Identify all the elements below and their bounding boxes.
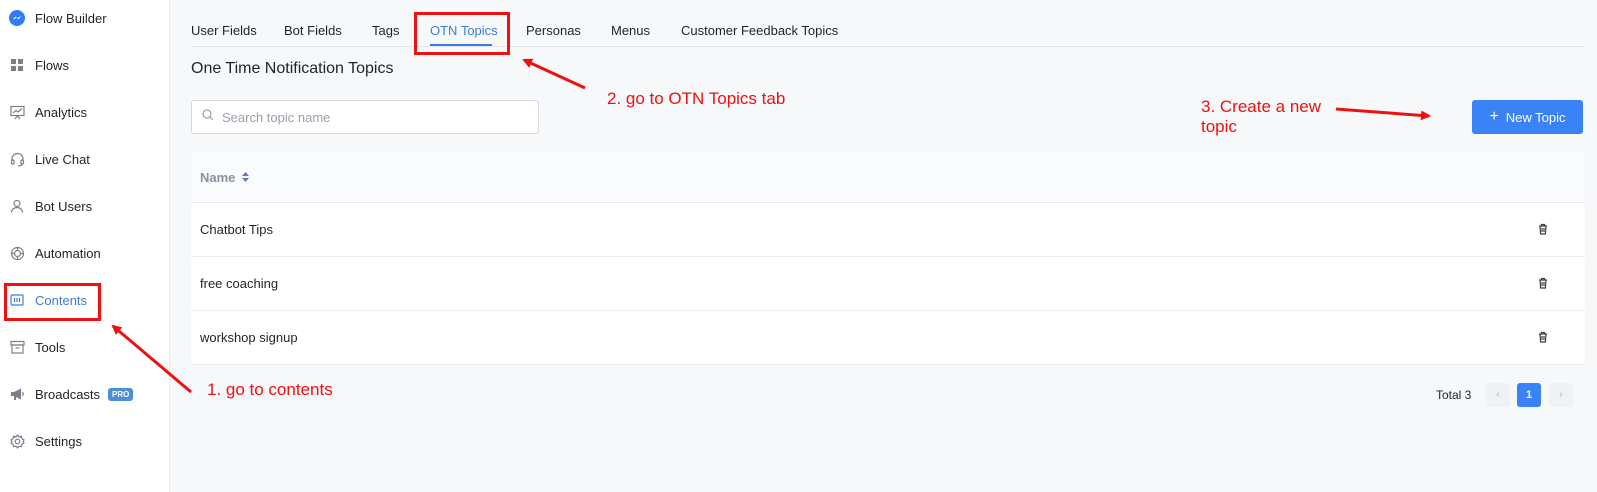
sort-icon[interactable]: [241, 171, 250, 183]
table-row: free coaching: [191, 257, 1585, 311]
topic-name: workshop signup: [200, 330, 298, 345]
annotation-step-1: 1. go to contents: [207, 380, 333, 399]
sidebar-item-flow-builder[interactable]: Flow Builder: [0, 0, 170, 36]
sidebar: Flow Builder Flows Analytics Live Chat B…: [0, 0, 170, 492]
highlight-box-otn-tab: [414, 12, 510, 55]
sidebar-item-label: Broadcasts: [35, 386, 101, 402]
tab-personas[interactable]: Personas: [526, 23, 581, 38]
search-box[interactable]: [191, 100, 539, 134]
table-row: workshop signup: [191, 311, 1585, 365]
table-header: Name: [191, 152, 1585, 203]
tab-bot-fields[interactable]: Bot Fields: [284, 23, 342, 38]
annotation-step-3: 3. Create a new topic: [1201, 97, 1322, 136]
pagination-page-button[interactable]: 1: [1517, 383, 1541, 407]
user-icon: [9, 198, 25, 214]
sidebar-item-label: Flow Builder: [35, 10, 107, 26]
chart-icon: [9, 104, 25, 120]
sidebar-item-label: Flows: [35, 57, 69, 73]
sidebar-item-tools[interactable]: Tools: [0, 329, 170, 365]
sidebar-item-label: Tools: [35, 339, 66, 355]
messenger-icon: [9, 10, 25, 26]
highlight-box-contents: [4, 283, 101, 321]
sidebar-item-broadcasts[interactable]: Broadcasts PRO: [0, 376, 170, 412]
automation-icon: [9, 245, 25, 261]
search-input[interactable]: [222, 109, 522, 125]
sidebar-item-label: Settings: [35, 433, 82, 449]
pagination-total: Total 3: [1436, 388, 1472, 402]
sidebar-item-settings[interactable]: Settings: [0, 423, 170, 459]
sidebar-item-bot-users[interactable]: Bot Users: [0, 188, 170, 224]
sidebar-item-label: Live Chat: [35, 151, 90, 167]
arrow-to-otn-tab: [522, 58, 586, 90]
trash-icon[interactable]: [1538, 223, 1548, 238]
topic-name: Chatbot Tips: [200, 222, 273, 237]
topic-name: free coaching: [200, 276, 279, 291]
sidebar-item-automation[interactable]: Automation: [0, 235, 170, 271]
tab-menus[interactable]: Menus: [611, 23, 650, 38]
annotation-step-2: 2. go to OTN Topics tab: [607, 89, 786, 108]
page-title: One Time Notification Topics: [191, 60, 394, 77]
sidebar-item-live-chat[interactable]: Live Chat: [0, 141, 170, 177]
chevron-left-icon: ‹: [1496, 389, 1500, 401]
new-topic-button[interactable]: + New Topic: [1472, 100, 1583, 134]
trash-icon[interactable]: [1538, 331, 1548, 346]
tab-user-fields[interactable]: User Fields: [191, 23, 257, 38]
trash-icon[interactable]: [1538, 277, 1548, 292]
headset-icon: [9, 151, 25, 167]
sidebar-item-label: Bot Users: [35, 198, 93, 214]
pro-badge: PRO: [108, 387, 134, 401]
search-icon: [202, 108, 214, 126]
tab-bar: [191, 0, 1585, 47]
pagination-prev-button[interactable]: ‹: [1486, 383, 1510, 407]
sidebar-item-flows[interactable]: Flows: [0, 47, 170, 83]
sidebar-item-label: Automation: [35, 245, 101, 261]
gear-icon: [9, 433, 25, 449]
new-topic-label: New Topic: [1505, 109, 1566, 125]
toolbox-icon: [9, 339, 25, 355]
sidebar-item-analytics[interactable]: Analytics: [0, 94, 170, 130]
topics-table: Name Chatbot Tips free coaching workshop…: [191, 152, 1585, 365]
megaphone-icon: [9, 386, 25, 402]
table-row: Chatbot Tips: [191, 203, 1585, 257]
tab-tags[interactable]: Tags: [372, 23, 399, 38]
sidebar-item-label: Analytics: [35, 104, 88, 120]
pagination-next-button[interactable]: ›: [1549, 383, 1573, 407]
chevron-right-icon: ›: [1559, 389, 1563, 401]
plus-icon: +: [1489, 108, 1499, 125]
column-header-name[interactable]: Name: [200, 170, 235, 185]
grid-icon: [9, 57, 25, 73]
tab-customer-feedback-topics[interactable]: Customer Feedback Topics: [681, 23, 838, 38]
